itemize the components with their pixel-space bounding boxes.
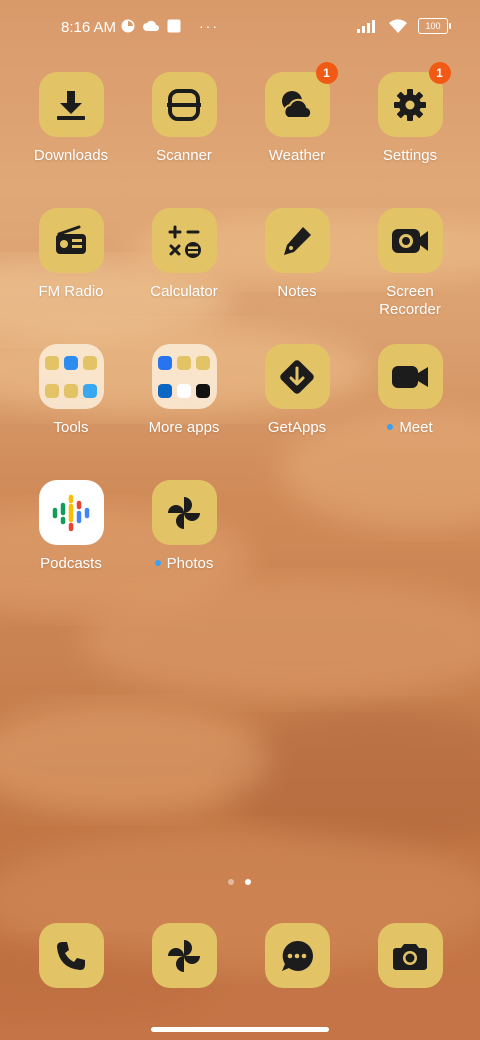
pinwheel-icon: [168, 939, 200, 972]
clock-mini-icon: [45, 383, 60, 398]
wifi-icon: [389, 19, 407, 33]
pinwheel-icon: [168, 496, 200, 529]
app-downloads[interactable]: Downloads: [15, 72, 127, 165]
app-label: Notes: [277, 283, 317, 300]
dock-camera[interactable]: [354, 923, 466, 988]
photos-tile[interactable]: [151, 480, 217, 545]
app-label: Screen Recorder: [379, 283, 441, 318]
mi-credit-mini-icon: [176, 383, 191, 398]
camera-tile[interactable]: [377, 923, 443, 988]
security-mini-icon: [82, 383, 97, 398]
radio-icon: [56, 225, 86, 254]
message-bubble-icon: [282, 940, 313, 971]
app-label: Podcasts: [40, 555, 102, 572]
app-label: More apps: [148, 419, 220, 436]
notification-badge: 1: [428, 62, 451, 84]
battery-level: 100: [425, 21, 441, 31]
app-fm-radio[interactable]: FM Radio: [15, 208, 127, 301]
app-scanner[interactable]: Scanner: [128, 72, 240, 165]
page-dot-1[interactable]: [228, 879, 234, 885]
compass-mini-icon: [82, 355, 97, 370]
download-icon: [57, 90, 85, 120]
calculator-icon: [168, 225, 201, 258]
app-notes[interactable]: Notes: [241, 208, 353, 301]
notification-badge: 1: [315, 62, 338, 84]
data-saver-icon: [121, 19, 135, 33]
play-mini-icon: [195, 355, 210, 370]
app-podcasts[interactable]: Podcasts: [15, 480, 127, 573]
shopping-mini-icon: [158, 355, 173, 370]
gear-icon: [394, 88, 426, 121]
app-notification-icon: [167, 19, 181, 33]
screen-recorder-tile[interactable]: [377, 208, 443, 273]
gesture-navigation-bar[interactable]: [151, 1027, 329, 1032]
facebook-mini-icon: [176, 355, 191, 370]
folder-more-apps[interactable]: More apps: [128, 344, 240, 437]
video-icon: [392, 365, 428, 388]
app-weather[interactable]: 1 Weather: [241, 62, 353, 165]
dock-gallery[interactable]: [128, 923, 240, 988]
scanner-tile[interactable]: [151, 72, 217, 137]
meet-tile[interactable]: [377, 344, 443, 409]
phone-icon: [57, 941, 85, 970]
new-app-dot: [154, 560, 161, 566]
app-label: Weather: [268, 147, 326, 164]
app-label: Downloads: [33, 147, 109, 164]
app-photos[interactable]: Photos: [128, 480, 240, 573]
app-getapps[interactable]: GetApps: [241, 344, 353, 437]
weather-tile[interactable]: 1: [264, 62, 338, 137]
getapps-icon: [280, 359, 314, 394]
tools-folder-tile[interactable]: [38, 344, 104, 409]
app-label: Meet: [354, 419, 466, 437]
page-indicator: [228, 879, 251, 885]
app-label: Calculator: [150, 283, 218, 300]
phone-tile[interactable]: [38, 923, 104, 988]
podcasts-tile[interactable]: [38, 480, 104, 545]
fm-radio-tile[interactable]: [38, 208, 104, 273]
app-screen-recorder[interactable]: Screen Recorder: [354, 208, 466, 319]
app-label: Scanner: [156, 147, 212, 164]
downloads-tile[interactable]: [38, 72, 104, 137]
recorder-mini-icon: [45, 355, 60, 370]
app-label: Tools: [53, 419, 89, 436]
cloud-notification-icon: [143, 20, 159, 31]
signal-icon: [357, 20, 375, 33]
app-meet[interactable]: Meet: [354, 344, 466, 437]
status-time: 8:16 AM: [61, 19, 117, 36]
app-settings[interactable]: 1 Settings: [354, 62, 466, 165]
gallery-tile[interactable]: [151, 923, 217, 988]
app-label: Photos: [128, 555, 240, 573]
app-calculator[interactable]: Calculator: [128, 208, 240, 301]
new-app-dot: [387, 424, 394, 430]
photos-label-text: Photos: [166, 555, 214, 572]
status-bar: 8:16 AM ··· 100: [0, 0, 480, 56]
notification-icons: ···: [121, 18, 219, 34]
pen-icon: [284, 226, 311, 255]
calculator-tile[interactable]: [151, 208, 217, 273]
app-label: GetApps: [267, 419, 327, 436]
page-dot-2-current[interactable]: [245, 879, 251, 885]
linkedin-mini-icon: [158, 383, 173, 398]
folder-tools[interactable]: Tools: [15, 344, 127, 437]
podcasts-icon: [52, 494, 90, 531]
dock-messages[interactable]: [241, 923, 353, 988]
messages-tile[interactable]: [264, 923, 330, 988]
scanner-icon: [167, 88, 201, 121]
cleaner-mini-icon: [63, 355, 78, 370]
camcorder-icon: [392, 228, 428, 253]
dock-phone[interactable]: [15, 923, 127, 988]
notes-tile[interactable]: [264, 208, 330, 273]
getapps-tile[interactable]: [264, 344, 330, 409]
more-apps-folder-tile[interactable]: [151, 344, 217, 409]
battery-icon: 100: [418, 18, 451, 34]
files-mini-icon: [63, 383, 78, 398]
meet-label-text: Meet: [399, 419, 433, 436]
camera-icon: [393, 943, 427, 970]
settings-tile[interactable]: 1: [377, 62, 451, 137]
weather-cloud-icon: [282, 90, 313, 119]
more-notifications-icon: ···: [199, 18, 219, 34]
app-label: FM Radio: [38, 283, 104, 300]
app-label: Settings: [382, 147, 438, 164]
netflix-mini-icon: [195, 383, 210, 398]
